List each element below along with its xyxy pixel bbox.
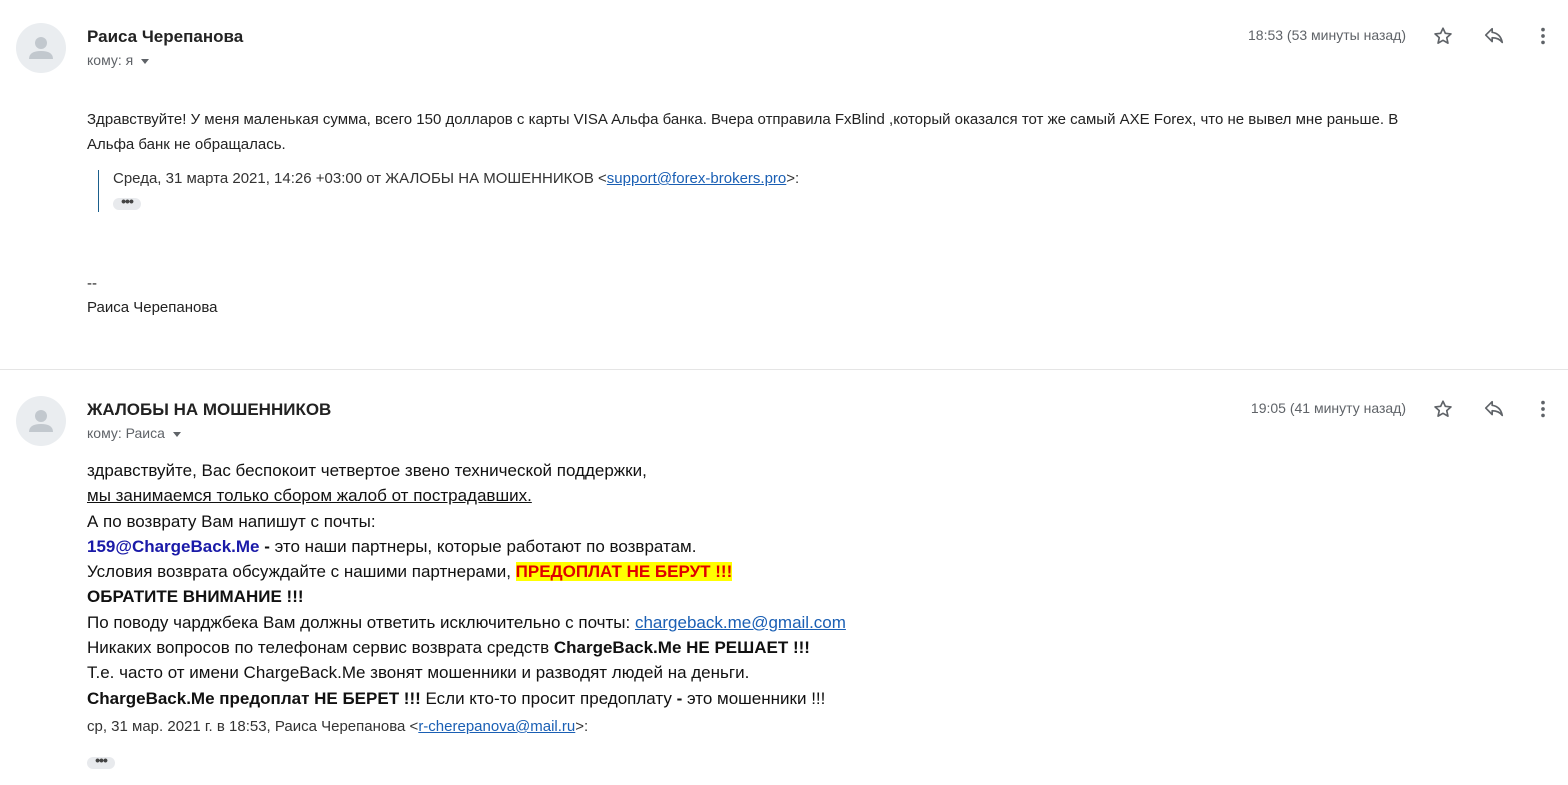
show-trimmed-button[interactable]: ••• bbox=[87, 753, 115, 769]
quote-prefix: ср, 31 мар. 2021 г. в 18:53, Раиса Череп… bbox=[87, 718, 419, 735]
recipient-line[interactable]: кому: Раиса bbox=[87, 425, 181, 441]
quote-email-link[interactable]: r-cherepanova@mail.ru bbox=[418, 718, 575, 735]
body-text: это наши партнеры, которые работают по в… bbox=[274, 536, 697, 556]
quote-suffix: >: bbox=[786, 170, 800, 187]
sender-name[interactable]: Раиса Черепанова bbox=[87, 27, 243, 47]
body-text: Никаких вопросов по телефонам сервис воз… bbox=[87, 638, 554, 658]
recipient-text: кому: Раиса bbox=[87, 425, 165, 441]
body-text: Условия возврата обсуждайте с нашими пар… bbox=[87, 562, 516, 582]
quote-suffix: >: bbox=[575, 718, 589, 735]
show-trimmed-button[interactable]: ••• bbox=[113, 194, 141, 210]
message-time: 18:53 (53 минуты назад) bbox=[1248, 27, 1406, 43]
dash-text: - bbox=[259, 536, 275, 556]
more-vert-icon[interactable] bbox=[1531, 24, 1555, 48]
quoted-header: Среда, 31 марта 2021, 14:26 +03:00 от ЖА… bbox=[98, 170, 799, 212]
star-icon[interactable] bbox=[1431, 24, 1455, 48]
chevron-down-icon[interactable] bbox=[172, 431, 181, 437]
body-text: Если кто-то просит предоплату bbox=[420, 688, 677, 708]
signature-name: Раиса Черепанова bbox=[87, 299, 218, 316]
message-time: 19:05 (41 минуту назад) bbox=[1250, 400, 1406, 416]
star-icon[interactable] bbox=[1431, 397, 1455, 421]
body-text: По поводу чарджбека Вам должны ответить … bbox=[87, 612, 635, 632]
body-line: Здравствуйте! У меня маленькая сумма, вс… bbox=[87, 111, 1399, 128]
bold-text: ChargeBack.Me НЕ РЕШАЕТ !!! bbox=[553, 638, 810, 658]
signature-dash: -- bbox=[87, 275, 97, 292]
quoted-header: ср, 31 мар. 2021 г. в 18:53, Раиса Череп… bbox=[87, 718, 588, 769]
body-line: А по возврату Вам напишут с почты: bbox=[87, 511, 376, 531]
avatar-icon[interactable] bbox=[16, 396, 66, 446]
quote-prefix: Среда, 31 марта 2021, 14:26 +03:00 от ЖА… bbox=[113, 170, 607, 187]
chargeback-email-link[interactable]: chargeback.me@gmail.com bbox=[635, 613, 846, 632]
recipient-text: кому: я bbox=[87, 52, 134, 68]
more-vert-icon[interactable] bbox=[1531, 397, 1555, 421]
body-line: Альфа банк не обращалась. bbox=[87, 136, 286, 153]
highlight-warning: ПРЕДОПЛАТ НЕ БЕРУТ !!! bbox=[515, 562, 733, 582]
recipient-line[interactable]: кому: я bbox=[87, 52, 150, 68]
sender-name[interactable]: ЖАЛОБЫ НА МОШЕННИКОВ bbox=[87, 400, 331, 420]
bold-text: ChargeBack.Me предоплат НЕ БЕРЕТ !!! bbox=[87, 688, 421, 708]
quote-email-link[interactable]: support@forex-brokers.pro bbox=[607, 170, 786, 187]
reply-icon[interactable] bbox=[1482, 397, 1506, 421]
body-line: Т.е. часто от имени ChargeBack.Me звонят… bbox=[87, 663, 750, 683]
body-text: это мошенники !!! bbox=[682, 688, 826, 708]
reply-icon[interactable] bbox=[1482, 24, 1506, 48]
attention-heading: ОБРАТИТЕ ВНИМАНИЕ !!! bbox=[87, 587, 304, 607]
avatar-icon[interactable] bbox=[16, 23, 66, 73]
message-body: Здравствуйте! У меня маленькая сумма, вс… bbox=[87, 107, 1527, 157]
body-line: здравствуйте, Вас беспокоит четвертое зв… bbox=[87, 461, 647, 480]
message-2: ЖАЛОБЫ НА МОШЕННИКОВ кому: Раиса 19:05 (… bbox=[0, 370, 1568, 785]
message-body: здравствуйте, Вас беспокоит четвертое зв… bbox=[87, 458, 1287, 711]
message-1: Раиса Черепанова кому: я 18:53 (53 минут… bbox=[0, 0, 1568, 370]
partner-email: 159@ChargeBack.Me bbox=[87, 536, 260, 556]
chevron-down-icon[interactable] bbox=[141, 58, 150, 64]
body-line-underlined: мы занимаемся только сбором жалоб от пос… bbox=[87, 486, 532, 506]
